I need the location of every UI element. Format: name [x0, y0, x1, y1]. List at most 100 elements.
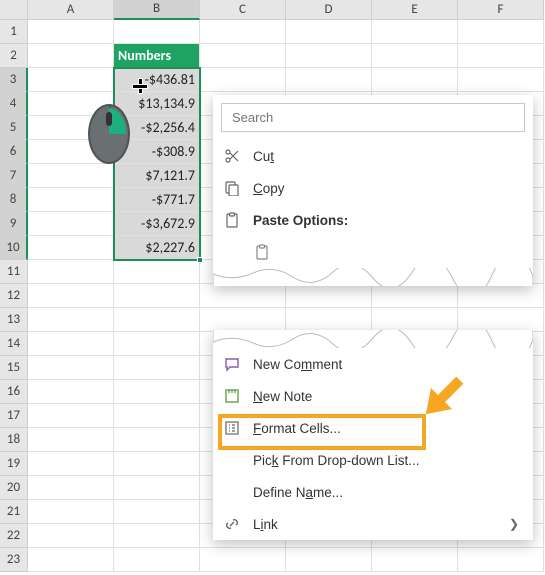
row-header[interactable]: 17 — [0, 404, 28, 428]
paste-option-button[interactable] — [213, 236, 533, 268]
cell[interactable] — [372, 548, 458, 572]
data-cell[interactable]: $7,121.7 — [114, 164, 200, 188]
cell[interactable] — [458, 548, 544, 572]
data-cell[interactable]: $13,134.9 — [114, 92, 200, 116]
row-header[interactable]: 21 — [0, 500, 28, 524]
cell[interactable] — [458, 284, 544, 308]
cell[interactable] — [28, 284, 114, 308]
menu-item-define-name[interactable]: Define Name... — [213, 476, 533, 508]
cell[interactable] — [372, 68, 458, 92]
row-header[interactable]: 10 — [0, 236, 28, 260]
menu-item-cut[interactable]: Cut — [213, 140, 533, 172]
cell[interactable] — [458, 308, 544, 332]
row-header[interactable]: 4 — [0, 92, 28, 116]
cell[interactable] — [114, 548, 200, 572]
cell[interactable] — [286, 44, 372, 68]
row-header[interactable]: 11 — [0, 260, 28, 284]
cell[interactable] — [28, 500, 114, 524]
cell[interactable] — [458, 20, 544, 44]
cell[interactable] — [200, 284, 286, 308]
col-header-c[interactable]: C — [200, 0, 286, 20]
cell[interactable] — [28, 332, 114, 356]
row-header[interactable]: 19 — [0, 452, 28, 476]
cell[interactable] — [286, 68, 372, 92]
cell[interactable] — [28, 92, 114, 116]
cell[interactable] — [28, 524, 114, 548]
menu-item-new-comment[interactable]: New Comment — [213, 348, 533, 380]
cell[interactable] — [114, 428, 200, 452]
cell[interactable] — [28, 188, 114, 212]
data-cell[interactable]: -$308.9 — [114, 140, 200, 164]
cell[interactable] — [114, 380, 200, 404]
cell[interactable] — [28, 548, 114, 572]
cell[interactable] — [114, 404, 200, 428]
cell[interactable] — [114, 476, 200, 500]
cell[interactable] — [286, 284, 372, 308]
cell[interactable] — [28, 44, 114, 68]
menu-item-pick-list[interactable]: Pick From Drop-down List... — [213, 444, 533, 476]
select-all-corner[interactable] — [0, 0, 28, 20]
cell[interactable] — [28, 452, 114, 476]
row-header[interactable]: 7 — [0, 164, 28, 188]
col-header-e[interactable]: E — [372, 0, 458, 20]
cell[interactable] — [286, 548, 372, 572]
cell[interactable] — [200, 20, 286, 44]
cell[interactable] — [114, 452, 200, 476]
data-cell[interactable]: -$2,256.4 — [114, 116, 200, 140]
cell[interactable] — [28, 356, 114, 380]
menu-item-link[interactable]: Link ❯ — [213, 508, 533, 540]
cell[interactable] — [28, 20, 114, 44]
cell[interactable] — [28, 140, 114, 164]
menu-item-new-note[interactable]: New Note — [213, 380, 533, 412]
row-header[interactable]: 9 — [0, 212, 28, 236]
menu-item-copy[interactable]: Copy — [213, 172, 533, 204]
row-header[interactable]: 15 — [0, 356, 28, 380]
row-header[interactable]: 22 — [0, 524, 28, 548]
cell[interactable] — [114, 308, 200, 332]
cell[interactable] — [28, 404, 114, 428]
cell[interactable] — [28, 428, 114, 452]
cell[interactable] — [28, 116, 114, 140]
cell[interactable] — [114, 260, 200, 284]
row-header[interactable]: 3 — [0, 68, 28, 92]
col-header-f[interactable]: F — [458, 0, 544, 20]
cell[interactable] — [372, 284, 458, 308]
row-header[interactable]: 18 — [0, 428, 28, 452]
cell[interactable] — [372, 44, 458, 68]
row-header[interactable]: 16 — [0, 380, 28, 404]
cell[interactable] — [372, 20, 458, 44]
cell[interactable] — [114, 500, 200, 524]
cell[interactable] — [28, 380, 114, 404]
row-header[interactable]: 1 — [0, 20, 28, 44]
cell[interactable] — [114, 524, 200, 548]
row-header[interactable]: 13 — [0, 308, 28, 332]
row-header[interactable]: 2 — [0, 44, 28, 68]
fill-handle[interactable] — [197, 257, 203, 263]
data-cell[interactable]: $2,227.6 — [114, 236, 200, 260]
cell[interactable] — [28, 212, 114, 236]
cell[interactable] — [286, 308, 372, 332]
col-header-a[interactable]: A — [28, 0, 114, 20]
row-header[interactable]: 12 — [0, 284, 28, 308]
cell[interactable] — [28, 308, 114, 332]
data-cell[interactable]: -$3,672.9 — [114, 212, 200, 236]
cell[interactable] — [28, 236, 114, 260]
row-header[interactable]: 8 — [0, 188, 28, 212]
col-header-d[interactable]: D — [286, 0, 372, 20]
row-header[interactable]: 14 — [0, 332, 28, 356]
cell[interactable] — [200, 548, 286, 572]
row-header[interactable]: 6 — [0, 140, 28, 164]
cell[interactable] — [114, 356, 200, 380]
cell[interactable] — [458, 44, 544, 68]
row-header[interactable]: 5 — [0, 116, 28, 140]
row-header[interactable]: 20 — [0, 476, 28, 500]
row-header[interactable]: 23 — [0, 548, 28, 572]
menu-search-input[interactable] — [221, 103, 525, 132]
cell[interactable] — [114, 20, 200, 44]
cell[interactable] — [372, 308, 458, 332]
cell[interactable] — [200, 308, 286, 332]
data-cell[interactable]: -$436.81 — [114, 68, 200, 92]
data-header-cell[interactable]: Numbers — [114, 44, 200, 68]
cell[interactable] — [200, 68, 286, 92]
cell[interactable] — [200, 44, 286, 68]
